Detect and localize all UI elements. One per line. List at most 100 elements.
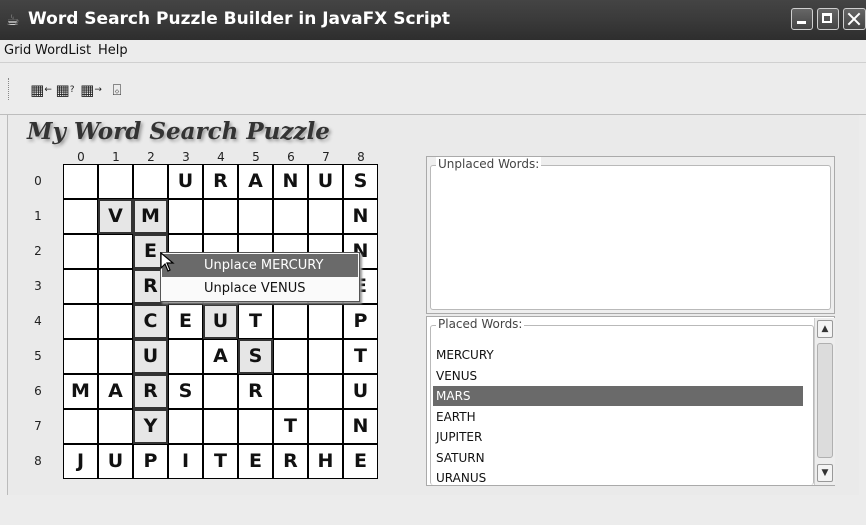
grid-cell[interactable] (63, 199, 98, 234)
toolbar-grip[interactable] (8, 78, 11, 100)
grid-cell[interactable] (203, 409, 238, 444)
grid-cell[interactable]: I (168, 444, 203, 479)
menu-wordlist[interactable]: WordList (35, 43, 91, 58)
grid-cell[interactable]: C (133, 304, 168, 339)
column-label: 3 (182, 150, 190, 164)
grid-cell[interactable]: E (238, 444, 273, 479)
grid-cell[interactable] (98, 409, 133, 444)
close-button[interactable] (843, 8, 866, 30)
title-bar: ☕ Word Search Puzzle Builder in JavaFX S… (0, 0, 866, 40)
grid-cell[interactable] (168, 339, 203, 374)
grid-cell[interactable]: N (343, 409, 378, 444)
grid-cell[interactable] (273, 199, 308, 234)
grid-cell[interactable] (308, 339, 343, 374)
row-label: 8 (34, 454, 42, 468)
placed-word-item[interactable]: URANUS (433, 468, 803, 488)
grid-cell[interactable]: U (308, 164, 343, 199)
row-label: 5 (34, 349, 42, 363)
placed-word-item[interactable]: MARS (433, 386, 803, 406)
grid-cell[interactable] (63, 234, 98, 269)
grid-cell[interactable] (308, 199, 343, 234)
context-item-unplace-mercury[interactable]: Unplace MERCURY (162, 254, 358, 277)
column-label: 8 (357, 150, 365, 164)
puzzle-grid[interactable]: URANUSVMNENRECEUTPUASTMARSRUYTNJUPITERHE (63, 164, 378, 479)
package-add-icon[interactable]: ⌺ (106, 79, 128, 101)
grid-cell[interactable]: J (63, 444, 98, 479)
grid-cell[interactable]: T (343, 339, 378, 374)
context-menu: Unplace MERCURY Unplace VENUS (160, 252, 360, 302)
context-item-unplace-venus[interactable]: Unplace VENUS (162, 277, 358, 300)
grid-cell[interactable] (238, 409, 273, 444)
grid-cell[interactable]: M (63, 374, 98, 409)
grid-cell[interactable] (168, 409, 203, 444)
grid-cell[interactable]: U (98, 444, 133, 479)
grid-cell[interactable]: V (98, 199, 133, 234)
placed-word-item[interactable]: SATURN (433, 448, 803, 468)
grid-question-icon[interactable]: ▦? (54, 79, 76, 101)
grid-cell[interactable] (98, 339, 133, 374)
grid-cell[interactable]: A (98, 374, 133, 409)
grid-cell[interactable] (203, 374, 238, 409)
grid-cell[interactable] (98, 304, 133, 339)
grid-cell[interactable]: S (343, 164, 378, 199)
grid-cell[interactable] (308, 409, 343, 444)
grid-cell[interactable] (63, 409, 98, 444)
menu-grid[interactable]: Grid (4, 43, 31, 58)
grid-cell[interactable] (63, 269, 98, 304)
grid-left-icon[interactable]: ▦← (30, 79, 52, 101)
grid-cell[interactable]: T (203, 444, 238, 479)
grid-cell[interactable]: N (343, 199, 378, 234)
grid-cell[interactable] (308, 374, 343, 409)
grid-cell[interactable] (273, 339, 308, 374)
grid-cell[interactable] (308, 304, 343, 339)
maximize-button[interactable] (817, 8, 839, 30)
grid-cell[interactable]: A (203, 339, 238, 374)
grid-cell[interactable] (133, 164, 168, 199)
grid-cell[interactable]: R (133, 374, 168, 409)
grid-cell[interactable]: P (133, 444, 168, 479)
grid-cell[interactable] (273, 304, 308, 339)
placed-word-item[interactable]: JUPITER (433, 427, 803, 447)
grid-cell[interactable]: R (203, 164, 238, 199)
grid-cell[interactable]: M (133, 199, 168, 234)
java-cup-icon[interactable]: ☕ (6, 11, 22, 29)
grid-cell[interactable] (98, 234, 133, 269)
grid-cell[interactable]: U (343, 374, 378, 409)
grid-right-icon[interactable]: ▦→ (80, 79, 102, 101)
grid-cell[interactable]: N (273, 164, 308, 199)
placed-word-item[interactable]: VENUS (433, 366, 803, 386)
grid-cell[interactable] (203, 199, 238, 234)
grid-cell[interactable] (98, 269, 133, 304)
grid-cell[interactable]: U (203, 304, 238, 339)
grid-cell[interactable]: H (308, 444, 343, 479)
grid-cell[interactable]: S (238, 339, 273, 374)
grid-cell[interactable] (238, 199, 273, 234)
grid-cell[interactable]: T (273, 409, 308, 444)
grid-cell[interactable]: E (168, 304, 203, 339)
grid-cell[interactable]: P (343, 304, 378, 339)
grid-cell[interactable]: S (168, 374, 203, 409)
grid-cell[interactable]: R (238, 374, 273, 409)
grid-cell[interactable]: U (168, 164, 203, 199)
placed-words-scrollbar[interactable]: ▲ ▼ (814, 318, 835, 485)
grid-cell[interactable] (98, 164, 133, 199)
grid-cell[interactable] (63, 304, 98, 339)
scroll-up-icon[interactable]: ▲ (817, 320, 833, 338)
grid-cell[interactable]: R (273, 444, 308, 479)
grid-cell[interactable] (168, 199, 203, 234)
scroll-down-icon[interactable]: ▼ (817, 464, 833, 482)
grid-cell[interactable]: T (238, 304, 273, 339)
grid-cell[interactable] (63, 339, 98, 374)
minimize-button[interactable] (791, 8, 813, 30)
grid-cell[interactable]: A (238, 164, 273, 199)
grid-cell[interactable] (63, 164, 98, 199)
grid-cell[interactable]: Y (133, 409, 168, 444)
placed-word-item[interactable]: MERCURY (433, 345, 803, 365)
placed-word-item[interactable]: EARTH (433, 407, 803, 427)
grid-cell[interactable]: E (343, 444, 378, 479)
grid-cell[interactable]: U (133, 339, 168, 374)
puzzle-title: My Word Search Puzzle (27, 118, 330, 145)
scroll-thumb[interactable] (817, 343, 833, 458)
menu-help[interactable]: Help (98, 43, 128, 58)
grid-cell[interactable] (273, 374, 308, 409)
